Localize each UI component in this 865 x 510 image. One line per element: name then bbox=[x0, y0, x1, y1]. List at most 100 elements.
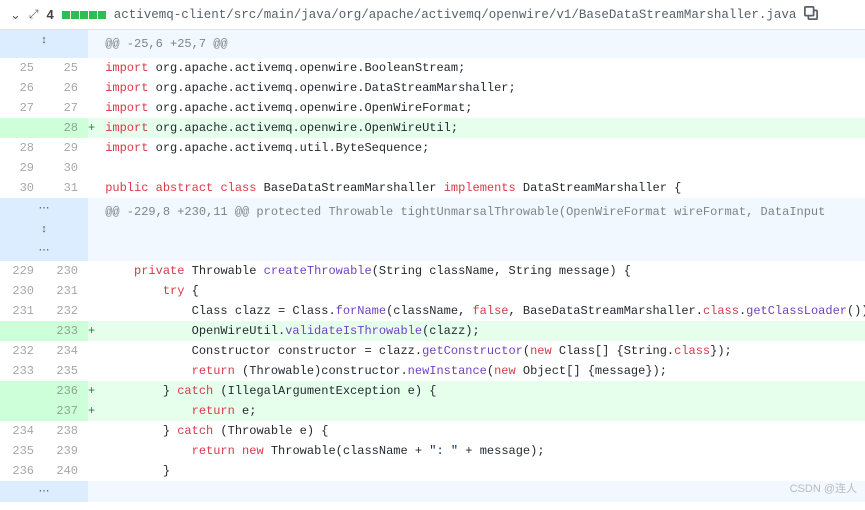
new-line-num[interactable]: 29 bbox=[44, 138, 88, 158]
old-line-num[interactable] bbox=[0, 401, 44, 421]
diff-line-context: 236240 } bbox=[0, 461, 865, 481]
diff-marker bbox=[88, 78, 95, 98]
code-cell[interactable]: Constructor constructor = clazz.getConst… bbox=[95, 341, 865, 361]
diff-marker bbox=[88, 178, 95, 198]
old-line-num[interactable]: 229 bbox=[0, 261, 44, 281]
code-cell[interactable]: } catch (IllegalArgumentException e) { bbox=[95, 381, 865, 401]
diff-line-context: 234238 } catch (Throwable e) { bbox=[0, 421, 865, 441]
diff-marker bbox=[88, 281, 95, 301]
new-line-num[interactable]: 239 bbox=[44, 441, 88, 461]
code-cell[interactable]: OpenWireUtil.validateIsThrowable(clazz); bbox=[95, 321, 865, 341]
old-line-num[interactable] bbox=[0, 381, 44, 401]
code-cell[interactable]: import org.apache.activemq.openwire.Bool… bbox=[95, 58, 865, 78]
old-line-num[interactable]: 25 bbox=[0, 58, 44, 78]
diff-table: ↕@@ -25,6 +25,7 @@2525import org.apache.… bbox=[0, 30, 865, 502]
old-line-num[interactable]: 232 bbox=[0, 341, 44, 361]
expand-down-icon[interactable]: ⋯ bbox=[0, 481, 88, 502]
expand-icon[interactable]: ↕ bbox=[0, 30, 88, 58]
hunk-text: @@ -229,8 +230,11 @@ protected Throwable… bbox=[95, 198, 865, 261]
new-line-num[interactable]: 27 bbox=[44, 98, 88, 118]
diff-marker: + bbox=[88, 401, 95, 421]
old-line-num[interactable]: 234 bbox=[0, 421, 44, 441]
code-cell[interactable]: } catch (Throwable e) { bbox=[95, 421, 865, 441]
old-line-num[interactable]: 230 bbox=[0, 281, 44, 301]
old-line-num[interactable] bbox=[0, 118, 44, 138]
diff-line-add: 237+ return e; bbox=[0, 401, 865, 421]
diff-marker bbox=[88, 441, 95, 461]
code-cell[interactable]: public abstract class BaseDataStreamMars… bbox=[95, 178, 865, 198]
diff-stat-squares bbox=[62, 11, 106, 19]
new-line-num[interactable]: 231 bbox=[44, 281, 88, 301]
code-cell[interactable]: import org.apache.activemq.util.ByteSequ… bbox=[95, 138, 865, 158]
code-cell[interactable]: try { bbox=[95, 281, 865, 301]
old-line-num[interactable]: 29 bbox=[0, 158, 44, 178]
expand-all-icon[interactable]: ⤢ bbox=[29, 7, 39, 22]
diff-line-context: 3031 public abstract class BaseDataStream… bbox=[0, 178, 865, 198]
code-cell[interactable] bbox=[95, 158, 865, 178]
copy-path-icon[interactable] bbox=[804, 6, 818, 23]
old-line-num[interactable]: 30 bbox=[0, 178, 44, 198]
code-cell[interactable]: return new Throwable(className + ": " + … bbox=[95, 441, 865, 461]
new-line-num[interactable]: 25 bbox=[44, 58, 88, 78]
diff-marker bbox=[88, 461, 95, 481]
new-line-num[interactable]: 232 bbox=[44, 301, 88, 321]
code-cell[interactable]: import org.apache.activemq.openwire.Open… bbox=[95, 118, 865, 138]
diff-line-context: 232234 Constructor constructor = clazz.g… bbox=[0, 341, 865, 361]
diff-line-add: 233+ OpenWireUtil.validateIsThrowable(cl… bbox=[0, 321, 865, 341]
code-cell[interactable]: Class clazz = Class.forName(className, f… bbox=[95, 301, 865, 321]
diff-marker: + bbox=[88, 118, 95, 138]
file-header: ⌄ ⤢ 4 activemq-client/src/main/java/org/… bbox=[0, 0, 865, 30]
old-line-num[interactable]: 235 bbox=[0, 441, 44, 461]
diff-marker bbox=[88, 421, 95, 441]
new-line-num[interactable]: 26 bbox=[44, 78, 88, 98]
code-cell[interactable]: import org.apache.activemq.openwire.Data… bbox=[95, 78, 865, 98]
diff-marker bbox=[88, 301, 95, 321]
old-line-num[interactable]: 236 bbox=[0, 461, 44, 481]
old-line-num[interactable]: 28 bbox=[0, 138, 44, 158]
code-cell[interactable]: return (Throwable)constructor.newInstanc… bbox=[95, 361, 865, 381]
hunk-text: @@ -25,6 +25,7 @@ bbox=[95, 30, 865, 58]
new-line-num[interactable]: 236 bbox=[44, 381, 88, 401]
diff-line-context: 235239 return new Throwable(className + … bbox=[0, 441, 865, 461]
new-line-num[interactable]: 30 bbox=[44, 158, 88, 178]
code-cell[interactable]: private Throwable createThrowable(String… bbox=[95, 261, 865, 281]
new-line-num[interactable]: 230 bbox=[44, 261, 88, 281]
diff-line-context: 231232 Class clazz = Class.forName(class… bbox=[0, 301, 865, 321]
diff-line-context: 2525 import org.apache.activemq.openwire.… bbox=[0, 58, 865, 78]
new-line-num[interactable]: 235 bbox=[44, 361, 88, 381]
diff-marker bbox=[88, 361, 95, 381]
new-line-num[interactable]: 31 bbox=[44, 178, 88, 198]
diff-line-context: 229230 private Throwable createThrowable… bbox=[0, 261, 865, 281]
expand-icon[interactable]: ⋯↕⋯ bbox=[0, 198, 88, 261]
old-line-num[interactable]: 26 bbox=[0, 78, 44, 98]
old-line-num[interactable]: 27 bbox=[0, 98, 44, 118]
diff-line-context: 2727 import org.apache.activemq.openwire.… bbox=[0, 98, 865, 118]
new-line-num[interactable]: 28 bbox=[44, 118, 88, 138]
diff-marker bbox=[88, 158, 95, 178]
diff-line-context: 2829 import org.apache.activemq.util.Byte… bbox=[0, 138, 865, 158]
old-line-num[interactable]: 231 bbox=[0, 301, 44, 321]
new-line-num[interactable]: 238 bbox=[44, 421, 88, 441]
code-cell[interactable]: import org.apache.activemq.openwire.Open… bbox=[95, 98, 865, 118]
change-count: 4 bbox=[47, 7, 54, 22]
hunk-header: ⋯↕⋯@@ -229,8 +230,11 @@ protected Throwa… bbox=[0, 198, 865, 261]
diff-line-add: 28+import org.apache.activemq.openwire.O… bbox=[0, 118, 865, 138]
new-line-num[interactable]: 237 bbox=[44, 401, 88, 421]
diff-line-context: 233235 return (Throwable)constructor.new… bbox=[0, 361, 865, 381]
new-line-num[interactable]: 240 bbox=[44, 461, 88, 481]
new-line-num[interactable]: 234 bbox=[44, 341, 88, 361]
hunk-header: ↕@@ -25,6 +25,7 @@ bbox=[0, 30, 865, 58]
diff-line-context: 2626 import org.apache.activemq.openwire.… bbox=[0, 78, 865, 98]
old-line-num[interactable]: 233 bbox=[0, 361, 44, 381]
code-cell[interactable]: } bbox=[95, 461, 865, 481]
diff-line-context: 230231 try { bbox=[0, 281, 865, 301]
diff-marker bbox=[88, 138, 95, 158]
diff-line-add: 236+ } catch (IllegalArgumentException e… bbox=[0, 381, 865, 401]
code-cell[interactable]: return e; bbox=[95, 401, 865, 421]
old-line-num[interactable] bbox=[0, 321, 44, 341]
diff-marker bbox=[88, 98, 95, 118]
diff-marker: + bbox=[88, 381, 95, 401]
file-path[interactable]: activemq-client/src/main/java/org/apache… bbox=[114, 8, 797, 22]
chevron-down-icon[interactable]: ⌄ bbox=[10, 7, 21, 23]
new-line-num[interactable]: 233 bbox=[44, 321, 88, 341]
